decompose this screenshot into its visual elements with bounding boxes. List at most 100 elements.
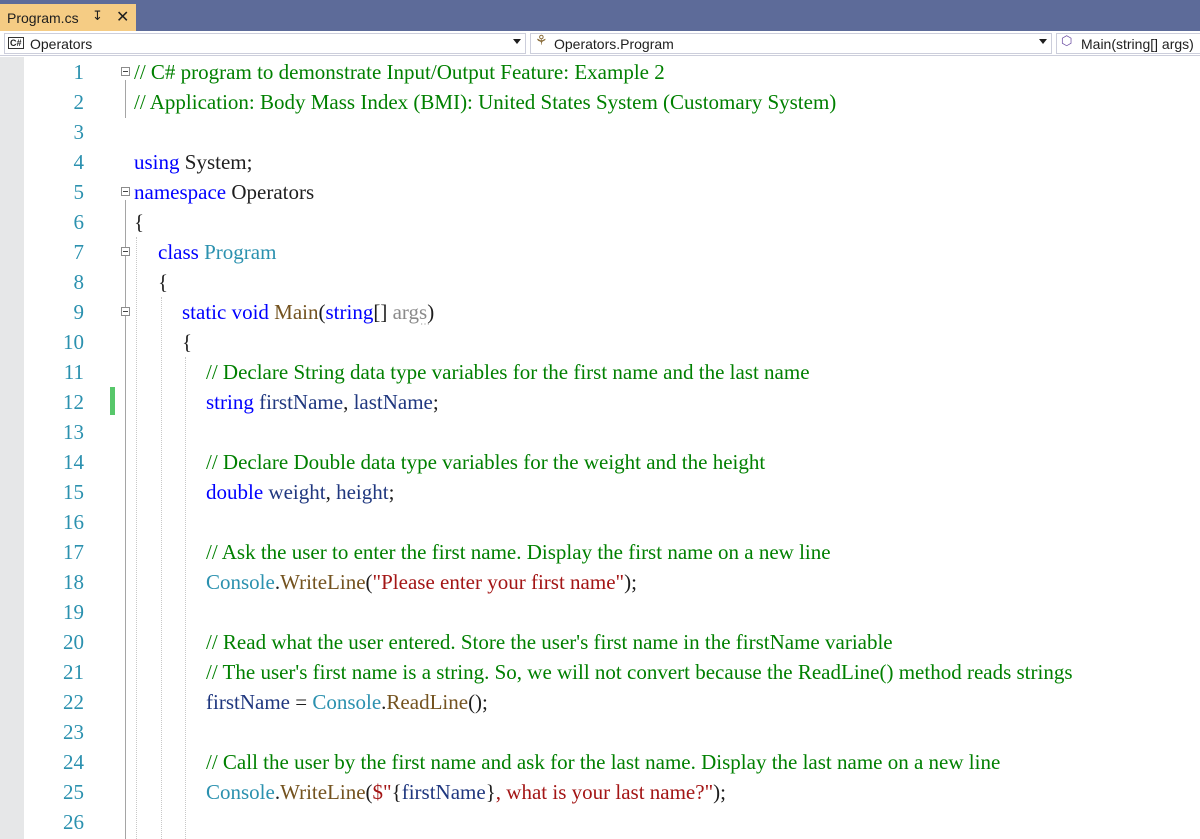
code-token: "Please enter your first name" bbox=[372, 570, 625, 594]
code-token: firstName bbox=[259, 390, 344, 414]
code-line[interactable]: 3 bbox=[0, 117, 1200, 147]
line-number: 24 bbox=[63, 750, 84, 774]
line-number: 11 bbox=[63, 360, 84, 384]
code-line[interactable]: 7 class Program bbox=[0, 237, 1200, 267]
code-line[interactable]: 2 // Application: Body Mass Index (BMI): … bbox=[0, 87, 1200, 117]
line-number: 15 bbox=[63, 480, 84, 504]
code-line[interactable]: 23 bbox=[0, 717, 1200, 747]
line-number: 13 bbox=[63, 420, 84, 444]
code-line[interactable]: 11 // Declare String data type variables … bbox=[0, 357, 1200, 387]
line-number: 25 bbox=[63, 780, 84, 804]
code-line[interactable]: 15 double weight, height; bbox=[0, 477, 1200, 507]
line-number: 7 bbox=[73, 240, 85, 264]
code-editor[interactable]: 1 // C# program to demonstrate Input/Outp… bbox=[0, 57, 1200, 839]
method-icon: ⬡ bbox=[1061, 33, 1073, 48]
document-tab-strip: Program.cs ↧ ✕ bbox=[0, 0, 1200, 31]
code-token: static bbox=[182, 300, 227, 324]
code-token: , bbox=[325, 480, 337, 504]
type-dropdown[interactable]: ⚘ Operators.Program bbox=[530, 33, 1052, 54]
code-token: { bbox=[134, 210, 145, 234]
code-token: firstName bbox=[401, 780, 486, 804]
code-token: // C# program to demonstrate Input/Outpu… bbox=[134, 60, 665, 84]
member-dropdown[interactable]: ⬡ Main(string[] args) bbox=[1056, 33, 1200, 54]
line-number: 1 bbox=[73, 60, 85, 84]
code-text: Console.WriteLine("Please enter your fir… bbox=[206, 567, 637, 597]
tab-program-cs[interactable]: Program.cs ↧ ✕ bbox=[0, 4, 136, 31]
code-token: height bbox=[336, 480, 389, 504]
code-line[interactable]: 4 using System; bbox=[0, 147, 1200, 177]
code-token: Operators bbox=[226, 180, 315, 204]
project-dropdown[interactable]: C# Operators bbox=[4, 33, 526, 54]
code-token: weight bbox=[268, 480, 326, 504]
project-label: Operators bbox=[30, 36, 93, 52]
code-text: string firstName, lastName; bbox=[206, 387, 439, 417]
code-text: // C# program to demonstrate Input/Outpu… bbox=[134, 57, 665, 87]
line-number: 8 bbox=[73, 270, 85, 294]
code-token: // Read what the user entered. Store the… bbox=[206, 630, 893, 654]
code-line[interactable]: 25 Console.WriteLine($"{firstName}, what … bbox=[0, 777, 1200, 807]
code-token: // Application: Body Mass Index (BMI): U… bbox=[134, 90, 837, 114]
code-token: { bbox=[182, 330, 193, 354]
code-line[interactable]: 14 // Declare Double data type variables … bbox=[0, 447, 1200, 477]
code-token: $" bbox=[372, 780, 392, 804]
code-token: ); bbox=[713, 780, 726, 804]
code-line[interactable]: 6{ bbox=[0, 207, 1200, 237]
code-token: // Declare String data type variables fo… bbox=[206, 360, 810, 384]
code-line[interactable]: 21 // The user's first name is a string. … bbox=[0, 657, 1200, 687]
code-line[interactable]: 16 bbox=[0, 507, 1200, 537]
code-text: // Declare Double data type variables fo… bbox=[206, 447, 765, 477]
code-line[interactable]: 19 bbox=[0, 597, 1200, 627]
code-token: , bbox=[343, 390, 354, 414]
type-label: Operators.Program bbox=[554, 36, 674, 52]
code-line[interactable]: 10 { bbox=[0, 327, 1200, 357]
chevron-down-icon bbox=[1039, 39, 1047, 44]
code-token: Main bbox=[274, 300, 319, 324]
code-line[interactable]: 13 bbox=[0, 417, 1200, 447]
line-number: 9 bbox=[73, 300, 85, 324]
code-line[interactable]: 8{ bbox=[0, 267, 1200, 297]
line-number: 23 bbox=[63, 720, 84, 744]
code-text: // Declare String data type variables fo… bbox=[206, 357, 810, 387]
code-token: ); bbox=[624, 570, 637, 594]
code-token: Console bbox=[206, 780, 275, 804]
code-line[interactable]: 22 firstName = Console.ReadLine(); bbox=[0, 687, 1200, 717]
code-text: Console.WriteLine($"{firstName}, what is… bbox=[206, 777, 726, 807]
line-number: 5 bbox=[73, 180, 85, 204]
code-line[interactable]: 5 namespace Operators bbox=[0, 177, 1200, 207]
code-line[interactable]: 18 Console.WriteLine("Please enter your f… bbox=[0, 567, 1200, 597]
code-line[interactable]: 12 string firstName, lastName; bbox=[0, 387, 1200, 417]
code-line[interactable]: 17 // Ask the user to enter the first nam… bbox=[0, 537, 1200, 567]
line-number: 4 bbox=[73, 150, 85, 174]
code-token: double bbox=[206, 480, 264, 504]
line-number: 12 bbox=[63, 390, 84, 414]
code-token: { bbox=[158, 270, 169, 294]
code-token: void bbox=[231, 300, 269, 324]
line-number: 14 bbox=[63, 450, 84, 474]
code-token: // The user's first name is a string. So… bbox=[206, 660, 1073, 684]
code-line[interactable]: 26 bbox=[0, 807, 1200, 837]
line-number: 22 bbox=[63, 690, 84, 714]
code-text: // Ask the user to enter the first name.… bbox=[206, 537, 831, 567]
code-token: (); bbox=[468, 690, 488, 714]
code-token: string bbox=[206, 390, 254, 414]
code-token: WriteLine bbox=[280, 570, 366, 594]
code-token: // Call the user by the first name and a… bbox=[206, 750, 1001, 774]
code-token: ; bbox=[388, 480, 395, 504]
code-line[interactable]: 20 // Read what the user entered. Store t… bbox=[0, 627, 1200, 657]
close-icon[interactable]: ✕ bbox=[116, 7, 129, 27]
code-line[interactable]: 24 // Call the user by the first name and… bbox=[0, 747, 1200, 777]
line-number: 21 bbox=[63, 660, 84, 684]
code-line[interactable]: 9 static void Main(string[] args) bbox=[0, 297, 1200, 327]
code-token: namespace bbox=[134, 180, 227, 204]
pin-icon[interactable]: ↧ bbox=[92, 8, 103, 24]
code-token: using bbox=[134, 150, 180, 174]
code-text: { bbox=[158, 267, 168, 297]
code-token: Program bbox=[204, 240, 277, 264]
code-line[interactable]: 1 // C# program to demonstrate Input/Outp… bbox=[0, 57, 1200, 87]
member-label: Main(string[] args) bbox=[1081, 36, 1194, 52]
navigation-bar: C# Operators ⚘ Operators.Program ⬡ Main(… bbox=[0, 31, 1200, 56]
code-text: // Call the user by the first name and a… bbox=[206, 747, 1000, 777]
code-token: ReadLine bbox=[386, 690, 469, 714]
code-token: // Declare Double data type variables fo… bbox=[206, 450, 766, 474]
chevron-down-icon bbox=[513, 39, 521, 44]
